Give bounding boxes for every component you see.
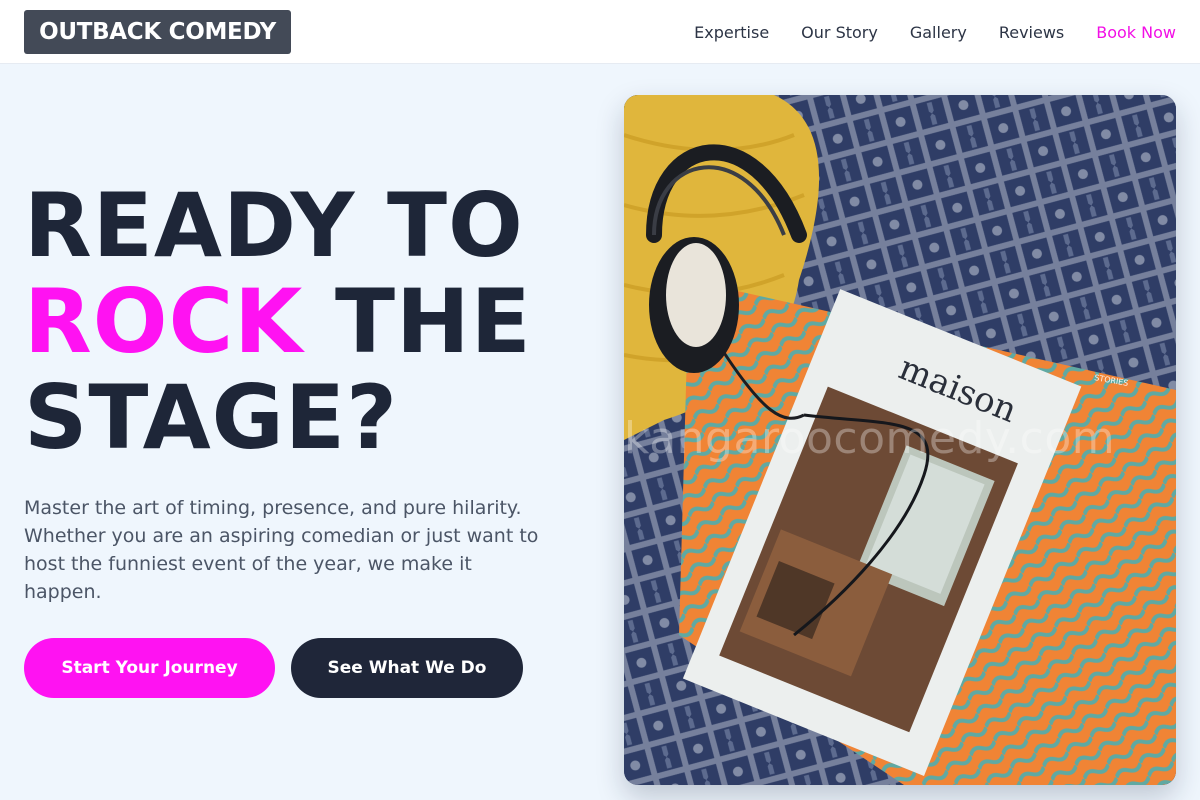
watermark-text: kangaroocomedy.com [624, 413, 1116, 464]
nav-link-book-now[interactable]: Book Now [1096, 23, 1176, 42]
headline-line-3: STAGE? [24, 366, 399, 469]
site-logo[interactable]: OUTBACK COMEDY [24, 10, 291, 54]
nav-link-our-story[interactable]: Our Story [801, 23, 878, 42]
see-what-we-do-button[interactable]: See What We Do [291, 638, 523, 698]
hero-lead-paragraph: Master the art of timing, presence, and … [24, 497, 539, 603]
hero-photo: STORIES maison kangaroocomedy.com [624, 95, 1176, 785]
site-header: OUTBACK COMEDY Expertise Our Story Galle… [0, 0, 1200, 64]
headline-line-2: ROCK THE [24, 274, 604, 370]
headline-line-1: READY TO [24, 174, 524, 277]
hero-headline: READY TO ROCK THE STAGE? [24, 178, 604, 466]
nav-link-gallery[interactable]: Gallery [910, 23, 967, 42]
start-journey-button[interactable]: Start Your Journey [24, 638, 275, 698]
headline-line-2-rest: THE [303, 270, 532, 373]
nav-link-expertise[interactable]: Expertise [694, 23, 769, 42]
headline-highlight: ROCK [24, 270, 304, 373]
main-nav: Expertise Our Story Gallery Reviews Book… [694, 0, 1176, 64]
nav-link-reviews[interactable]: Reviews [999, 23, 1064, 42]
